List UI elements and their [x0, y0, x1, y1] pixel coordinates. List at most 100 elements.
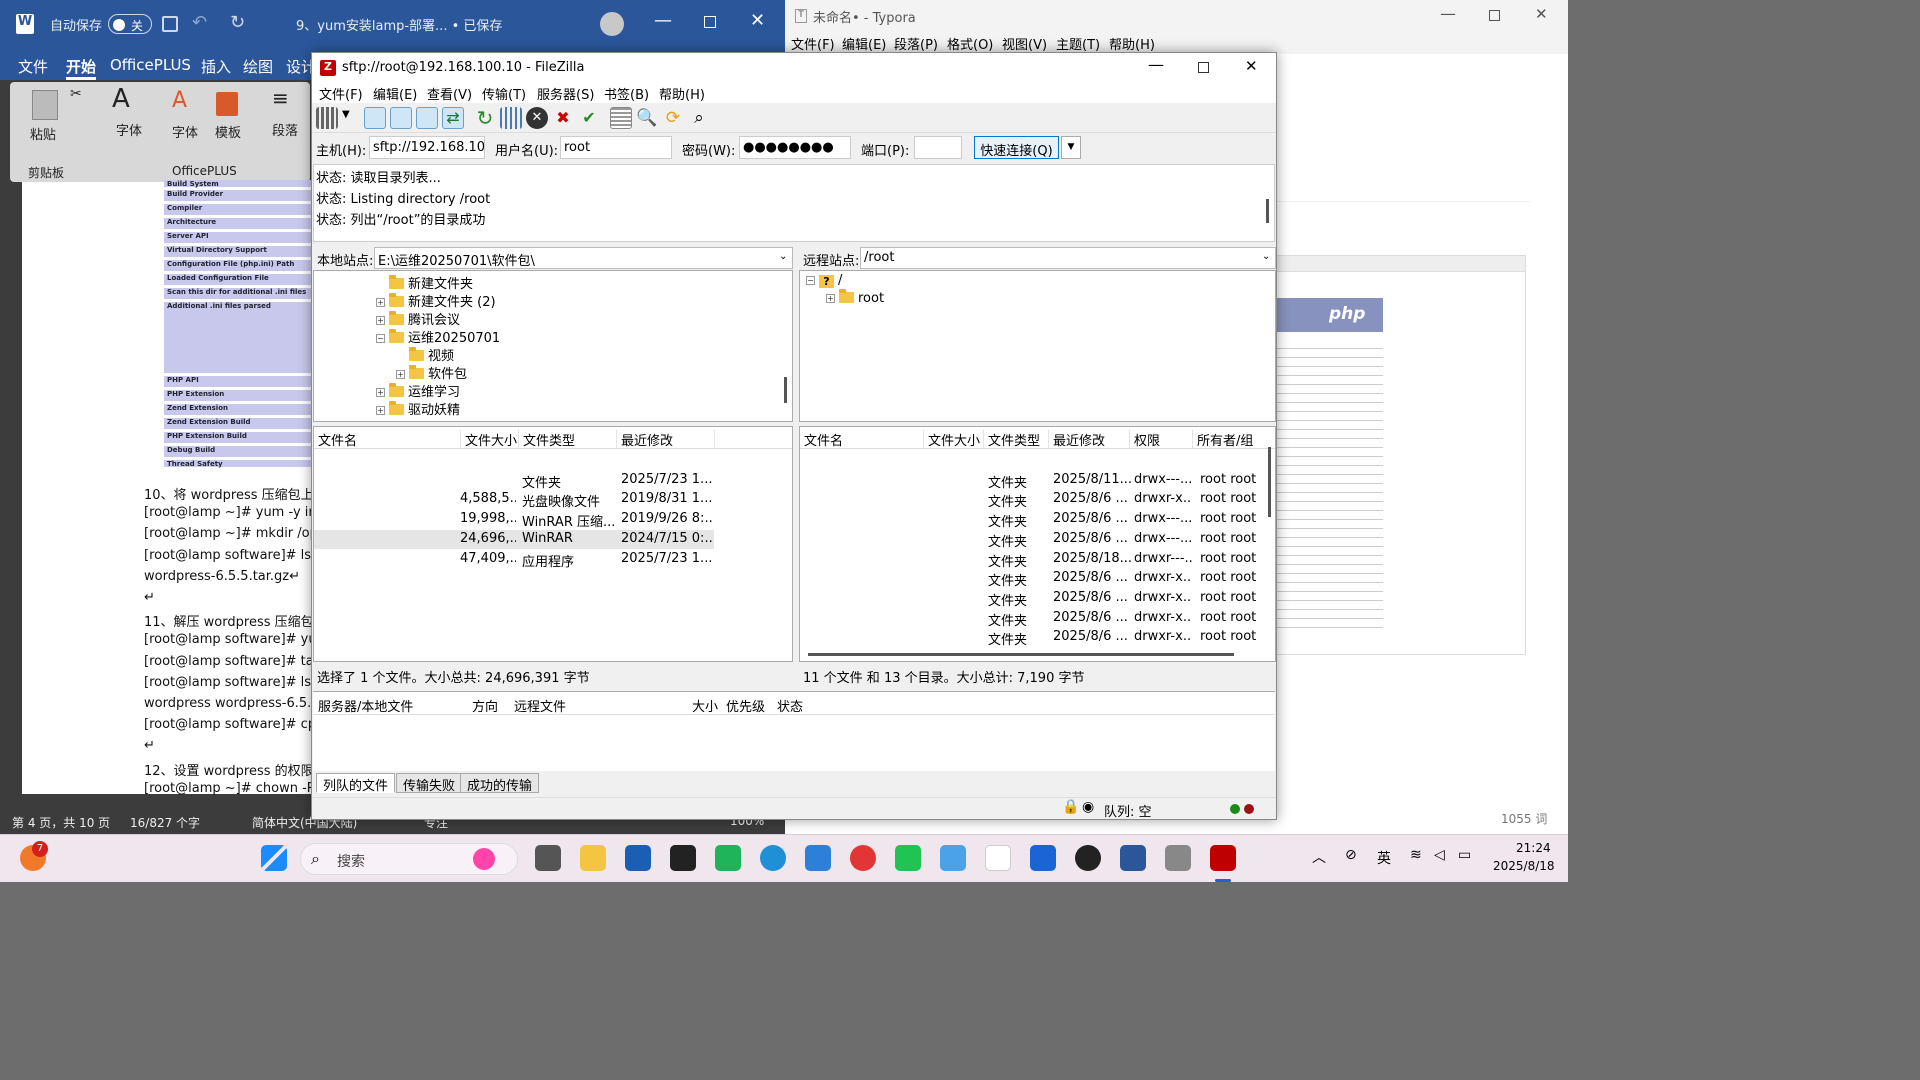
tray-chevron-icon[interactable]: ︿ — [1312, 847, 1326, 867]
local-col-type[interactable]: 文件类型 — [518, 430, 575, 449]
local-file-list[interactable]: 文件名 文件大小 文件类型 最近修改 .. VMware Workstat...… — [313, 426, 793, 662]
local-tree-item[interactable]: + 腾讯会议 — [376, 309, 460, 328]
speed-limit-icon[interactable]: ◉ — [1082, 799, 1094, 815]
typora-menu-edit[interactable]: 编辑(E) — [842, 34, 886, 53]
queue-col-remote[interactable]: 远程文件 — [514, 696, 566, 715]
tree-expander-icon[interactable]: + — [376, 388, 385, 397]
fz-menu-transfer[interactable]: 传输(T) — [482, 84, 526, 103]
local-col-size[interactable]: 文件大小 — [460, 430, 517, 449]
queue-col-server-local[interactable]: 服务器/本地文件 — [318, 696, 413, 715]
log-scrollbar[interactable] — [1266, 199, 1269, 223]
fz-menu-server[interactable]: 服务器(S) — [537, 84, 594, 103]
remote-tree-item[interactable]: + root — [826, 289, 884, 309]
font-icon[interactable]: A — [112, 84, 130, 114]
search-files-icon[interactable]: ⌕ — [688, 107, 710, 129]
queue-col-direction[interactable]: 方向 — [472, 696, 498, 715]
typora-menu-help[interactable]: 帮助(H) — [1109, 34, 1155, 53]
cut-icon[interactable]: ✂ — [70, 86, 82, 102]
queue-col-status[interactable]: 状态 — [777, 696, 803, 715]
word-document-page[interactable]: Build System Build Provider Compiler Archit… — [22, 180, 336, 796]
toggle-log-icon[interactable] — [364, 107, 386, 129]
remote-list-hscrollbar[interactable] — [808, 653, 1234, 656]
typora-menu-paragraph[interactable]: 段落(P) — [894, 34, 938, 53]
app-icon[interactable] — [670, 845, 696, 871]
remote-col-permissions[interactable]: 权限 — [1129, 430, 1160, 449]
local-tree-item[interactable]: − 运维20250701 — [376, 327, 500, 346]
table-row[interactable]: RealVNC.xp510.c... 19,998,... WinRAR 压缩.… — [314, 510, 714, 530]
typora-menu-format[interactable]: 格式(O) — [947, 34, 993, 53]
local-tree-item[interactable]: + 驱动妖精 — [376, 399, 460, 418]
site-manager-icon[interactable] — [316, 107, 338, 129]
redo-icon[interactable]: ↻ — [230, 12, 245, 33]
clock-date[interactable]: 2025/8/18 — [1493, 859, 1555, 873]
tree-expander-icon[interactable]: − — [376, 334, 385, 343]
template-icon[interactable] — [216, 92, 238, 116]
wechat-icon[interactable] — [895, 845, 921, 871]
fz-menu-file[interactable]: 文件(F) — [319, 84, 363, 103]
table-row[interactable]: 公共 文件夹 2025/8/6 ... drwxr-x... root root — [800, 589, 1266, 609]
table-row[interactable]: 文档 文件夹 2025/8/6 ... drwxr-x... root root — [800, 628, 1266, 648]
table-row[interactable]: wordpress-6.5.5.t... 24,696,... WinRAR 2… — [314, 529, 714, 549]
filezilla-taskbar-icon[interactable] — [1210, 845, 1236, 871]
typora-maximize-icon[interactable] — [1489, 10, 1500, 21]
vmware-icon[interactable] — [805, 845, 831, 871]
table-row[interactable]: 图片 文件夹 2025/8/6 ... drwxr-x... root root — [800, 609, 1266, 629]
reconnect-icon[interactable]: ✔ — [578, 107, 600, 129]
netease-music-icon[interactable] — [850, 845, 876, 871]
local-col-modified[interactable]: 最近修改 — [616, 430, 673, 449]
autosave-toggle[interactable]: 关 — [108, 14, 152, 34]
local-tree-scrollbar[interactable] — [784, 377, 787, 403]
player-icon[interactable] — [1075, 845, 1101, 871]
table-row[interactable]: 下载 文件夹 2025/8/6 ... drwxr-x... root root — [800, 569, 1266, 589]
tree-expander-icon[interactable]: + — [376, 298, 385, 307]
clock-time[interactable]: 21:24 — [1516, 841, 1551, 855]
battery-icon[interactable]: ▭ — [1458, 847, 1471, 863]
queue-list[interactable] — [313, 715, 1275, 771]
queue-col-priority[interactable]: 优先级 — [726, 696, 765, 715]
local-col-name[interactable]: 文件名 — [314, 430, 357, 449]
table-row[interactable]: .local 文件夹 2025/8/6 ... drwx---... root … — [800, 530, 1266, 550]
refresh-icon[interactable]: ↻ — [474, 107, 496, 129]
paragraph-icon[interactable]: ≡ — [272, 86, 289, 110]
feishu-icon[interactable] — [1030, 845, 1056, 871]
word-menu-officeplus[interactable]: OfficePLUS — [110, 56, 191, 74]
maximize-icon[interactable] — [704, 16, 716, 28]
word-taskbar-icon[interactable] — [1120, 845, 1146, 871]
table-row[interactable]: VMware Workstat... 文件夹 2025/7/23 1... — [314, 471, 714, 491]
typora-close-icon[interactable]: ✕ — [1535, 5, 1548, 23]
paste-icon[interactable] — [32, 90, 58, 120]
word-menu-insert[interactable]: 插入 — [201, 56, 231, 77]
queue-col-size[interactable]: 大小 — [692, 696, 718, 715]
fz-close-icon[interactable]: ✕ — [1245, 57, 1258, 75]
password-input[interactable] — [739, 136, 851, 159]
port-input[interactable] — [914, 136, 962, 159]
local-path-input[interactable]: E:\运维20250701\软件包\ — [374, 247, 793, 269]
host-input[interactable] — [369, 136, 485, 159]
word-count[interactable]: 16/827 个字 — [130, 814, 200, 831]
tab-successful-transfers[interactable]: 成功的传输 — [460, 773, 540, 794]
local-path-dropdown-icon[interactable]: ⌄ — [779, 251, 787, 262]
table-row[interactable]: .config 文件夹 2025/8/6 ... drwxr-x... root… — [800, 490, 1266, 510]
xshell-icon[interactable] — [1165, 845, 1191, 871]
compare-icon[interactable]: 🔍 — [636, 107, 658, 129]
local-tree-item[interactable]: 视频 — [396, 345, 454, 364]
file-explorer-icon[interactable] — [580, 845, 606, 871]
table-row[interactable]: .pki 文件夹 2025/8/18... drwxr---... root r… — [800, 550, 1266, 570]
officeplus-font-icon[interactable]: A — [172, 88, 187, 113]
cancel-icon[interactable]: ✕ — [526, 107, 548, 129]
wifi-icon[interactable]: ≋ — [1410, 847, 1422, 863]
tree-expander-icon[interactable]: − — [806, 276, 815, 285]
remote-col-name[interactable]: 文件名 — [800, 430, 843, 449]
user-input[interactable] — [560, 136, 672, 159]
fz-menu-edit[interactable]: 编辑(E) — [373, 84, 417, 103]
remote-tree-item[interactable]: −? / — [806, 273, 842, 291]
typora-menu-theme[interactable]: 主题(T) — [1056, 34, 1100, 53]
task-view-icon[interactable] — [535, 845, 561, 871]
table-row[interactable]: CentOS-7-x86_64... 4,588,5... 光盘映像文件 201… — [314, 490, 714, 510]
local-tree-item[interactable]: 新建文件夹 — [376, 273, 473, 292]
edge-icon[interactable] — [760, 845, 786, 871]
tab-failed-transfers[interactable]: 传输失败 — [396, 773, 463, 794]
page-count[interactable]: 第 4 页，共 10 页 — [12, 814, 110, 831]
disconnect-icon[interactable]: ✖ — [552, 107, 574, 129]
start-icon[interactable] — [261, 845, 287, 871]
